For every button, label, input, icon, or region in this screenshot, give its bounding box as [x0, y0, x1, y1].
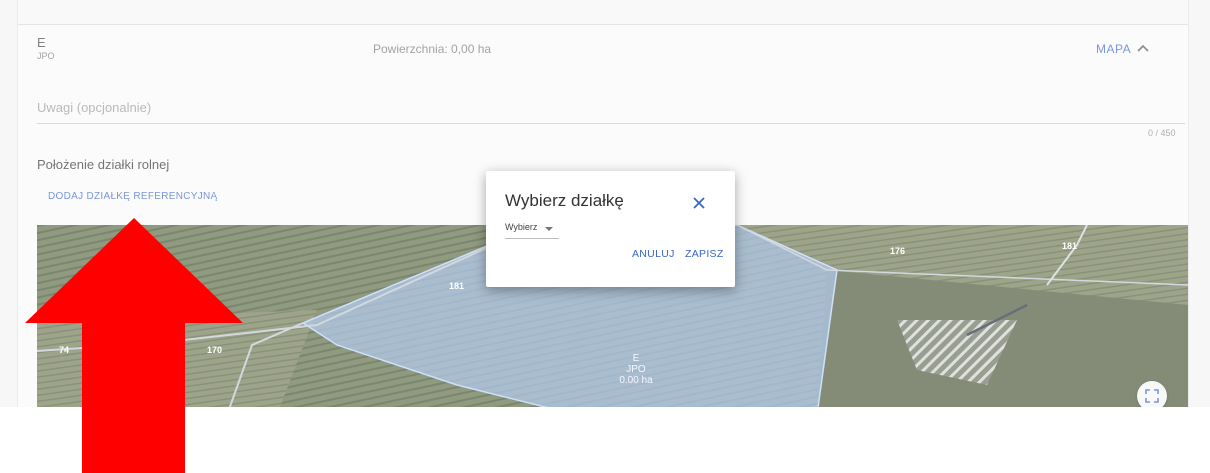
parcel-select-value: Wybierz	[505, 222, 538, 232]
dropdown-caret-icon	[545, 227, 553, 231]
cancel-button[interactable]: ANULUJ	[632, 248, 675, 260]
select-parcel-dialog: Wybierz działkę Wybierz ANULUJ ZAPISZ	[486, 171, 735, 287]
red-arrow-annotation	[25, 218, 243, 473]
dialog-title: Wybierz działkę	[505, 191, 624, 210]
close-icon[interactable]	[691, 195, 707, 211]
save-button[interactable]: ZAPISZ	[685, 248, 724, 260]
parcel-select[interactable]: Wybierz	[505, 222, 559, 239]
